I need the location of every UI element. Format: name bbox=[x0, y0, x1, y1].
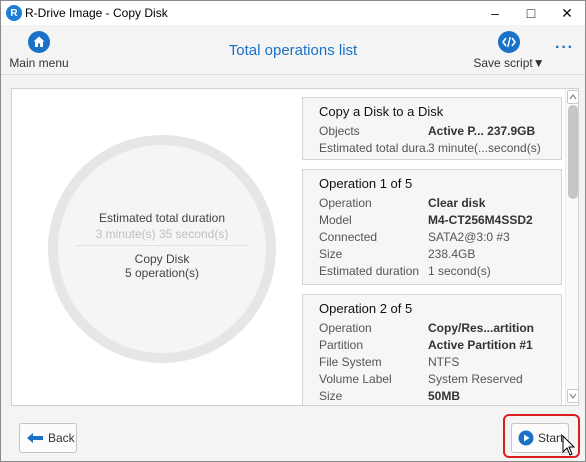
row-value: 238.4GB bbox=[428, 247, 476, 261]
row-key: Operation bbox=[319, 321, 372, 335]
card-title: Operation 2 of 5 bbox=[319, 301, 413, 316]
vertical-scrollbar[interactable] bbox=[565, 89, 578, 405]
summary-circle bbox=[48, 135, 276, 363]
row-value: Active P... 237.9GB bbox=[428, 124, 536, 138]
mouse-pointer-icon bbox=[562, 434, 576, 460]
code-icon bbox=[498, 31, 520, 53]
arrow-left-icon bbox=[26, 432, 44, 444]
window-title: R-Drive Image - Copy Disk bbox=[25, 6, 168, 20]
row-value: M4-CT256M4SSD2 bbox=[428, 213, 533, 227]
scroll-up-icon[interactable] bbox=[567, 90, 578, 104]
list-item-operation-1[interactable]: Operation 1 of 5 Operation Clear disk Mod… bbox=[302, 169, 562, 285]
scrollbar-thumb[interactable] bbox=[568, 105, 578, 199]
row-key: Partition bbox=[319, 338, 364, 352]
play-icon bbox=[518, 430, 534, 446]
more-options-icon[interactable]: ··· bbox=[555, 39, 574, 57]
list-item-operation-2[interactable]: Operation 2 of 5 Operation Copy/Res...art… bbox=[302, 294, 562, 405]
row-key: Operation bbox=[319, 196, 372, 210]
row-key: Estimated total dura... bbox=[319, 141, 428, 155]
row-value: SATA2@3:0 #3 bbox=[428, 230, 510, 244]
duration-value: 3 minute(s) 35 second(s) bbox=[95, 227, 229, 241]
row-value: Active Partition #1 bbox=[428, 338, 533, 352]
list-item-copy-disk[interactable]: Copy a Disk to a Disk Objects Active P...… bbox=[302, 97, 562, 160]
footer-bar bbox=[1, 407, 585, 461]
close-button[interactable]: ✕ bbox=[549, 1, 585, 25]
row-value: System Reserved bbox=[428, 372, 523, 386]
card-title: Copy a Disk to a Disk bbox=[319, 104, 444, 119]
row-key: Objects bbox=[319, 124, 360, 138]
card-title: Operation 1 of 5 bbox=[319, 176, 413, 191]
save-script-button[interactable]: Save script▼ bbox=[469, 31, 549, 73]
app-window: R R-Drive Image - Copy Disk – □ ✕ Main m… bbox=[0, 0, 586, 462]
duration-label: Estimated total duration bbox=[98, 211, 226, 225]
row-key: Size bbox=[319, 389, 343, 403]
title-bar: R R-Drive Image - Copy Disk – □ ✕ bbox=[1, 1, 585, 25]
row-key: File System bbox=[319, 355, 382, 369]
toolbar-header: Main menu Total operations list Save scr… bbox=[1, 25, 585, 75]
save-script-label: Save script▼ bbox=[473, 56, 545, 70]
scroll-down-icon[interactable] bbox=[567, 389, 578, 403]
circle-divider bbox=[76, 245, 248, 246]
row-value: 3 minute(...second(s) bbox=[428, 141, 541, 155]
r-drive-logo-icon: R bbox=[6, 5, 22, 21]
row-value: 1 second(s) bbox=[428, 264, 491, 278]
start-label: Start bbox=[538, 431, 564, 445]
start-button[interactable]: Start bbox=[511, 423, 569, 453]
operations-panel: Estimated total duration 3 minute(s) 35 … bbox=[11, 88, 579, 406]
row-key: Connected bbox=[319, 230, 378, 244]
row-key: Volume Label bbox=[319, 372, 392, 386]
row-key: Estimated duration bbox=[319, 264, 420, 278]
row-key: Size bbox=[319, 247, 343, 261]
back-button[interactable]: Back bbox=[19, 423, 77, 453]
row-value: Clear disk bbox=[428, 196, 486, 210]
minimize-button[interactable]: – bbox=[477, 1, 513, 25]
row-key: Model bbox=[319, 213, 352, 227]
row-value: NTFS bbox=[428, 355, 460, 369]
task-count: 5 operation(s) bbox=[124, 266, 200, 280]
row-value: Copy/Res...artition bbox=[428, 321, 535, 335]
back-label: Back bbox=[48, 431, 75, 445]
maximize-button[interactable]: □ bbox=[513, 1, 549, 25]
row-value: 50MB bbox=[428, 389, 461, 403]
task-name: Copy Disk bbox=[134, 252, 190, 266]
